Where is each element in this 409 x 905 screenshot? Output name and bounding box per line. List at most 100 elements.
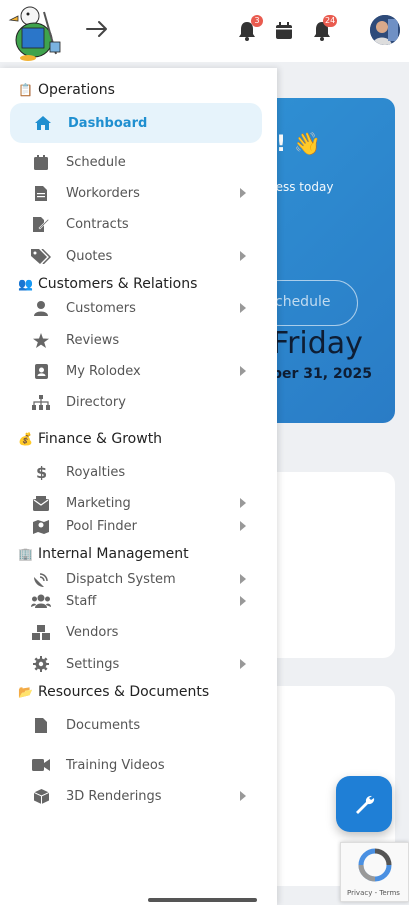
- recaptcha-links[interactable]: Privacy - Terms: [347, 889, 400, 897]
- calendar-icon: [30, 153, 52, 171]
- notification-badge: 24: [323, 15, 338, 27]
- chevron-right-icon: [240, 596, 246, 606]
- sidebar-item-label: Contracts: [66, 216, 129, 232]
- chevron-right-icon: [240, 303, 246, 313]
- building-icon: 🏢: [18, 547, 33, 561]
- sidebar-item-label: Documents: [66, 717, 141, 733]
- section-label: Customers & Relations: [38, 276, 198, 292]
- recaptcha-icon: [358, 848, 392, 882]
- sidebar-item-label: Directory: [66, 394, 126, 410]
- sidebar-item-label: Customers: [66, 300, 136, 316]
- file-icon: [30, 184, 52, 202]
- gear-icon: [30, 655, 52, 673]
- file-signature-icon: [30, 215, 52, 233]
- wrench-icon: [356, 795, 375, 814]
- home-indicator: [148, 898, 257, 902]
- sidebar-item-contracts[interactable]: Contracts: [30, 211, 248, 237]
- document-icon: [30, 716, 52, 734]
- satellite-dish-icon: [30, 570, 52, 588]
- sidebar-item-label: Marketing: [66, 495, 131, 511]
- section-resources-documents: 📂 Resources & Documents: [18, 684, 209, 700]
- top-bar: 3 24: [0, 0, 409, 62]
- svg-text:$: $: [36, 464, 47, 480]
- address-book-icon: [30, 362, 52, 380]
- sidebar-item-settings[interactable]: Settings: [30, 651, 248, 677]
- clipboard-icon: 📋: [18, 83, 33, 97]
- sidebar-item-label: Pool Finder: [66, 518, 138, 534]
- section-finance-growth: 💰 Finance & Growth: [18, 431, 162, 447]
- users-icon: [30, 592, 52, 610]
- section-label: Resources & Documents: [38, 684, 210, 700]
- chevron-right-icon: [240, 521, 246, 531]
- arrow-right-icon[interactable]: [84, 16, 110, 42]
- sidebar-item-documents[interactable]: Documents: [30, 712, 248, 738]
- tags-icon: [30, 247, 52, 265]
- map-marker-icon: [30, 517, 52, 535]
- duck-mascot-logo[interactable]: [8, 2, 66, 62]
- sidebar-item-label: Settings: [66, 656, 120, 672]
- sidebar-item-workorders[interactable]: Workorders: [30, 180, 248, 206]
- section-customers-relations: 👥 Customers & Relations: [18, 276, 197, 292]
- sidebar-item-label: 3D Renderings: [66, 788, 162, 804]
- calendar-icon[interactable]: [275, 22, 293, 40]
- sidebar-item-label: Training Videos: [66, 757, 165, 773]
- people-icon: 👥: [18, 277, 33, 291]
- welcome-banner: ! 👋 ness today chedule Friday ber 31, 20…: [258, 98, 395, 423]
- sidebar-item-schedule[interactable]: Schedule: [30, 149, 248, 175]
- sidebar-item-label: Workorders: [66, 185, 140, 201]
- chevron-right-icon: [240, 659, 246, 669]
- sidebar-item-label: Reviews: [66, 332, 120, 348]
- section-label: Operations: [38, 82, 115, 98]
- greeting-subtitle: ness today: [268, 180, 334, 194]
- chevron-right-icon: [240, 188, 246, 198]
- video-icon: [30, 756, 52, 774]
- wrench-button[interactable]: [336, 776, 392, 832]
- chevron-right-icon: [240, 366, 246, 376]
- sidebar-item-reviews[interactable]: Reviews: [30, 327, 248, 353]
- cube-icon: [30, 787, 52, 805]
- sidebar-item-label: My Rolodex: [66, 363, 141, 379]
- sidebar-item-pool-finder[interactable]: Pool Finder: [30, 513, 248, 539]
- sidebar-item-my-rolodex[interactable]: My Rolodex: [30, 358, 248, 384]
- recaptcha-badge[interactable]: Privacy - Terms: [340, 842, 409, 902]
- day-label: Friday: [272, 326, 363, 361]
- chevron-right-icon: [240, 791, 246, 801]
- sidebar-item-label: Dashboard: [68, 115, 148, 131]
- notification-badge: 3: [251, 15, 263, 27]
- avatar[interactable]: [370, 15, 400, 45]
- sidebar-item-vendors[interactable]: Vendors: [30, 619, 248, 645]
- schedule-button-label: chedule: [275, 294, 331, 310]
- chevron-right-icon: [240, 498, 246, 508]
- chevron-right-icon: [240, 574, 246, 584]
- home-icon: [32, 114, 54, 132]
- dollar-icon: $: [30, 463, 52, 481]
- dashboard-card: [258, 472, 395, 658]
- folder-icon: 📂: [18, 685, 33, 699]
- chevron-right-icon: [240, 251, 246, 261]
- money-bag-icon: 💰: [18, 432, 33, 446]
- sitemap-icon: [30, 393, 52, 411]
- sidebar-item-label: Quotes: [66, 248, 113, 264]
- sidebar-item-dashboard[interactable]: Dashboard: [10, 103, 262, 143]
- section-label: Internal Management: [38, 546, 189, 562]
- sidebar-item-label: Schedule: [66, 154, 126, 170]
- sidebar-item-customers[interactable]: Customers: [30, 295, 248, 321]
- sidebar-item-training-videos[interactable]: Training Videos: [30, 752, 248, 778]
- section-operations: 📋 Operations: [18, 82, 115, 98]
- star-icon: [30, 331, 52, 349]
- greeting-text: ! 👋: [276, 132, 322, 157]
- sidebar-item-directory[interactable]: Directory: [30, 389, 248, 415]
- sidebar-item-quotes[interactable]: Quotes: [30, 243, 248, 269]
- date-label: ber 31, 2025: [272, 366, 372, 382]
- sidebar-item-staff[interactable]: Staff: [30, 588, 248, 614]
- sidebar-item-royalties[interactable]: $ Royalties: [30, 459, 248, 485]
- sidebar-item-label: Staff: [66, 593, 97, 609]
- section-internal-management: 🏢 Internal Management: [18, 546, 189, 562]
- sidebar-item-3d-renderings[interactable]: 3D Renderings: [30, 783, 248, 809]
- mail-bulk-icon: [30, 494, 52, 512]
- sidebar-item-label: Dispatch System: [66, 571, 176, 587]
- sidebar-item-label: Royalties: [66, 464, 126, 480]
- sidebar-item-label: Vendors: [66, 624, 119, 640]
- section-label: Finance & Growth: [38, 431, 163, 447]
- boxes-icon: [30, 623, 52, 641]
